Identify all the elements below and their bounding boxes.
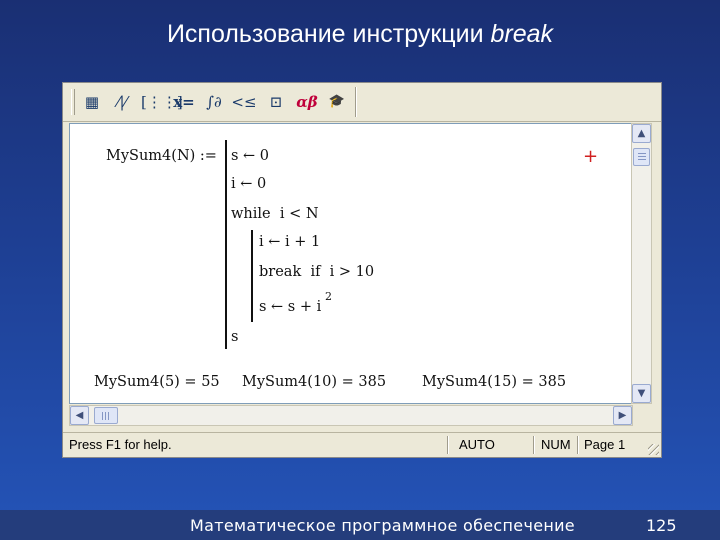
program-line-7[interactable]: s (231, 329, 238, 345)
slide-title-text: Использование инструкции (166, 20, 484, 48)
result-2[interactable]: MySum4(10) = 385 (242, 374, 386, 390)
status-separator (577, 436, 578, 454)
thumb-grip-icon (102, 412, 110, 420)
program-line-5[interactable]: break if i > 10 (259, 264, 374, 280)
program-line-4[interactable]: i ← i + 1 (259, 234, 320, 250)
status-num: NUM (541, 437, 571, 452)
page-number: 125 (646, 516, 677, 535)
worksheet-area[interactable]: MySum4(N) := s ← 0 i ← 0 while i < N i ←… (69, 123, 632, 404)
resize-grip-icon[interactable] (648, 444, 659, 455)
slide-title: Использование инструкции break (0, 20, 720, 49)
calculus-icon[interactable]: ∫∂ (201, 91, 227, 113)
graph-icon[interactable]: ⁄|⁄ (109, 91, 135, 113)
vertical-scroll-thumb[interactable] (633, 148, 650, 166)
result-3[interactable]: MySum4(15) = 385 (422, 374, 566, 390)
math-toolbar: ▦ ⁄|⁄ [⋮⋮] x= ∫∂ <≤ ⊡ αβ 🎓 (63, 83, 661, 122)
scroll-right-button[interactable]: ▶ (613, 406, 632, 425)
program-line-3[interactable]: while i < N (231, 206, 319, 222)
toolbar-end-separator (355, 87, 356, 117)
while-body-bar (251, 230, 253, 322)
function-definition[interactable]: MySum4(N) := (106, 148, 217, 164)
program-line-6[interactable]: s ← s + i (259, 299, 321, 315)
vertical-scrollbar[interactable]: ▲ ▼ (631, 123, 652, 404)
programming-icon[interactable]: ⊡ (263, 91, 289, 113)
horizontal-scroll-thumb[interactable] (94, 407, 118, 424)
exponent: 2 (325, 290, 332, 303)
mathcad-window: ▦ ⁄|⁄ [⋮⋮] x= ∫∂ <≤ ⊡ αβ 🎓 MySum4(N) := … (62, 82, 662, 458)
scroll-down-button[interactable]: ▼ (632, 384, 651, 403)
toolbar-grip[interactable] (71, 89, 75, 115)
matrix-icon[interactable]: [⋮⋮] (141, 91, 183, 113)
greek-icon[interactable]: αβ (293, 91, 321, 113)
calculator-icon[interactable]: ▦ (81, 91, 103, 113)
program-bar (225, 140, 227, 349)
status-separator (447, 436, 448, 454)
crosshair-cursor: + (583, 146, 599, 167)
status-separator (533, 436, 534, 454)
program-line-1[interactable]: s ← 0 (231, 148, 269, 164)
status-help: Press F1 for help. (69, 437, 172, 452)
scroll-left-button[interactable]: ◀ (70, 406, 89, 425)
slide-title-keyword: break (490, 20, 554, 48)
program-line-2[interactable]: i ← 0 (231, 176, 266, 192)
status-page: Page 1 (584, 437, 626, 452)
status-bar: Press F1 for help. AUTO NUM Page 1 (63, 432, 661, 457)
boolean-icon[interactable]: <≤ (231, 91, 257, 113)
scroll-up-button[interactable]: ▲ (632, 124, 651, 143)
footer-text: Математическое программное обеспечение (190, 516, 575, 535)
status-mode: AUTO (459, 437, 495, 452)
evaluation-icon[interactable]: x= (171, 91, 197, 113)
result-1[interactable]: MySum4(5) = 55 (94, 374, 220, 390)
slide-footer: Математическое программное обеспечение 1… (0, 510, 720, 540)
thumb-grip-icon (638, 153, 646, 161)
horizontal-scrollbar[interactable]: ◀ ▶ (69, 405, 633, 426)
symbolic-icon[interactable]: 🎓 (325, 91, 349, 113)
